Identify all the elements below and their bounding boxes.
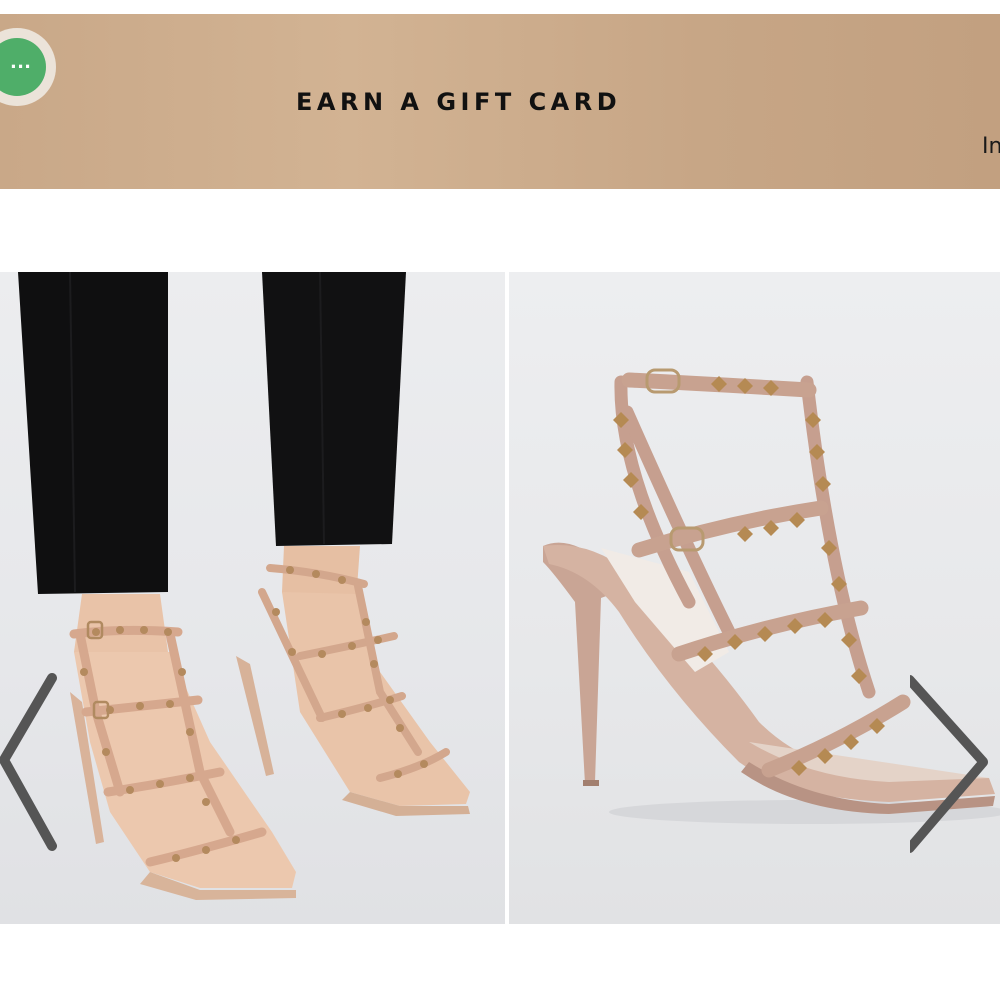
model-sandals-image <box>18 272 470 900</box>
promo-title: EARN A GIFT CARD <box>296 88 622 116</box>
top-strip <box>0 0 1000 14</box>
chevron-right-icon <box>905 675 989 853</box>
gallery-prev-button[interactable] <box>0 668 70 868</box>
ellipsis-icon: ... <box>0 38 46 96</box>
chevron-left-icon <box>0 673 57 851</box>
product-image-gallery <box>0 272 1000 924</box>
gallery-slide-model[interactable] <box>0 272 505 924</box>
gallery-next-button[interactable] <box>905 670 990 870</box>
more-button-label: ... <box>10 48 32 73</box>
promo-cutoff-text: In <box>982 134 1000 159</box>
promo-banner[interactable]: EARN A GIFT CARD In <box>0 14 1000 189</box>
